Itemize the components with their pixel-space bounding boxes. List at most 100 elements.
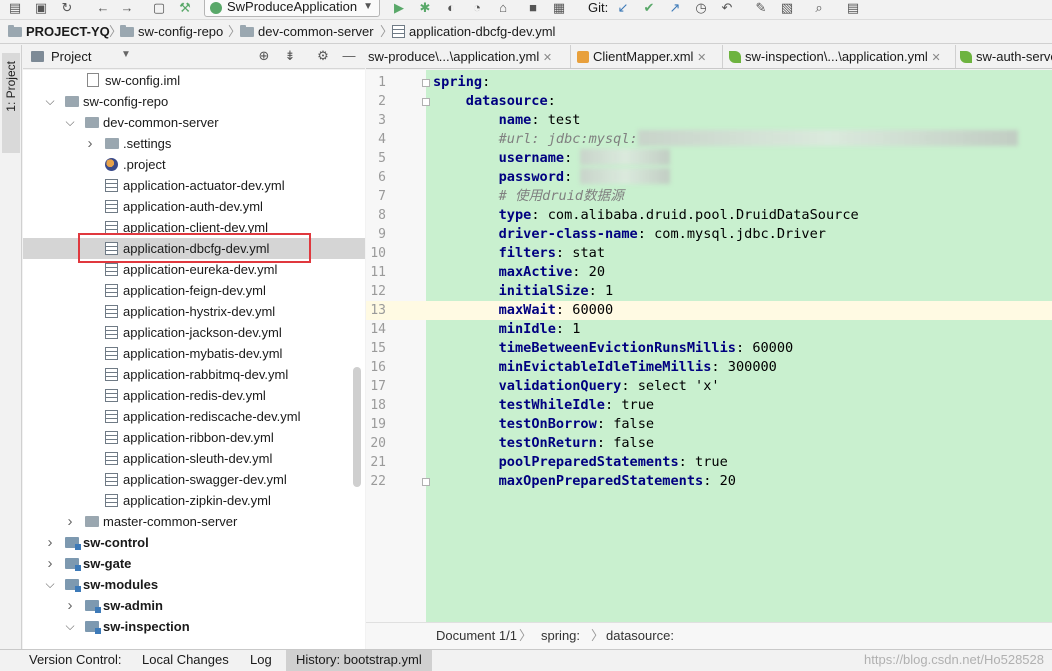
- tree-item[interactable]: .project: [23, 154, 365, 175]
- chevron-down-icon[interactable]: ▼: [121, 49, 131, 60]
- tab-sw-produce-application[interactable]: sw-produce\...\application.yml ✕: [366, 45, 571, 68]
- project-panel-title[interactable]: Project: [51, 49, 91, 64]
- document-indicator[interactable]: Document 1/1: [436, 623, 517, 649]
- close-icon[interactable]: ✕: [697, 52, 706, 64]
- tree-item[interactable]: ⌵ dev-common-server: [23, 112, 365, 133]
- log-tab[interactable]: Log: [250, 650, 272, 671]
- tree-item-label: application-redis-dev.yml: [123, 388, 266, 403]
- yaml-key: testOnReturn: [498, 435, 597, 451]
- tree-item[interactable]: ⌵ sw-inspection: [23, 616, 365, 637]
- coverage-icon[interactable]: ◐: [442, 0, 460, 18]
- chevron-down-icon[interactable]: ⌵: [45, 574, 55, 595]
- chevron-down-icon[interactable]: ⌵: [45, 91, 55, 112]
- stop-icon[interactable]: ■: [524, 0, 542, 18]
- tab-sw-inspection-application[interactable]: sw-inspection\...\application.yml ✕: [723, 45, 956, 68]
- tree-item[interactable]: › .settings: [23, 133, 365, 154]
- breadcrumb-sw-config-repo[interactable]: sw-config-repo: [120, 21, 223, 43]
- tree-item[interactable]: application-redis-dev.yml: [23, 385, 365, 406]
- open-folder-icon[interactable]: ▤: [6, 0, 24, 18]
- gear-icon[interactable]: ⚙: [315, 48, 331, 64]
- chevron-right-icon[interactable]: ›: [85, 133, 95, 154]
- history-tab[interactable]: History: bootstrap.yml: [286, 650, 432, 671]
- tree-item[interactable]: › master-common-server: [23, 511, 365, 532]
- version-control-tab[interactable]: Version Control:: [29, 650, 122, 671]
- tree-item[interactable]: application-feign-dev.yml: [23, 280, 365, 301]
- chevron-right-icon[interactable]: ›: [45, 532, 55, 553]
- locate-icon[interactable]: ⊕: [256, 48, 272, 64]
- attach-icon[interactable]: ⌂: [494, 0, 512, 18]
- chevron-right-icon[interactable]: ›: [45, 553, 55, 574]
- folder-icon: [85, 516, 99, 527]
- code-line: name: test: [499, 111, 581, 130]
- local-changes-tab[interactable]: Local Changes: [142, 650, 229, 671]
- terminal-icon[interactable]: ▢: [150, 0, 168, 18]
- git-commit-icon[interactable]: ✔: [640, 0, 658, 18]
- build-icon[interactable]: ⚒: [176, 0, 194, 18]
- yaml-separator: :: [588, 283, 605, 299]
- navigation-breadcrumb: PROJECT-YQ 〉 sw-config-repo 〉 dev-common…: [0, 21, 1052, 44]
- hide-icon[interactable]: —: [341, 48, 357, 64]
- chevron-right-icon[interactable]: ›: [65, 595, 75, 616]
- breadcrumb-project[interactable]: PROJECT-YQ: [8, 21, 110, 43]
- forward-icon[interactable]: →: [118, 0, 136, 18]
- tree-item[interactable]: ⌵ sw-config-repo: [23, 91, 365, 112]
- tree-scrollbar[interactable]: [353, 367, 361, 487]
- breadcrumb-file[interactable]: application-dbcfg-dev.yml: [392, 21, 555, 43]
- fold-marker-icon[interactable]: [422, 79, 430, 87]
- fold-marker-icon[interactable]: [422, 98, 430, 106]
- tree-item[interactable]: application-rabbitmq-dev.yml: [23, 364, 365, 385]
- profile-icon[interactable]: ◔: [468, 0, 486, 18]
- history-icon[interactable]: ◷: [692, 0, 710, 18]
- collapse-all-icon[interactable]: ⇟: [282, 48, 298, 64]
- tab-sw-auth-server[interactable]: sw-auth-server: [956, 45, 1052, 68]
- project-structure-icon[interactable]: ▧: [778, 0, 796, 18]
- tree-item[interactable]: application-ribbon-dev.yml: [23, 427, 365, 448]
- tree-item[interactable]: application-zipkin-dev.yml: [23, 490, 365, 511]
- tree-item[interactable]: application-sleuth-dev.yml: [23, 448, 365, 469]
- debug-icon[interactable]: ✱: [416, 0, 434, 18]
- tree-item-label: .settings: [123, 136, 172, 151]
- layout-icon[interactable]: ▦: [550, 0, 568, 18]
- yml-file-icon: [105, 452, 118, 465]
- revert-icon[interactable]: ↶: [718, 0, 736, 18]
- git-update-icon[interactable]: ↙: [614, 0, 632, 18]
- yml-file-icon: [105, 368, 118, 381]
- tree-item[interactable]: application-hystrix-dev.yml: [23, 301, 365, 322]
- breadcrumb-dev-common-server[interactable]: dev-common-server: [240, 21, 374, 43]
- tree-item[interactable]: ⌵ sw-modules: [23, 574, 365, 595]
- tree-item[interactable]: › sw-admin: [23, 595, 365, 616]
- chevron-down-icon[interactable]: ⌵: [65, 616, 75, 637]
- tree-item[interactable]: application-mybatis-dev.yml: [23, 343, 365, 364]
- settings-wrench-icon[interactable]: ✎: [752, 0, 770, 18]
- close-icon[interactable]: ✕: [543, 52, 552, 64]
- tree-item-label: application-sleuth-dev.yml: [123, 451, 273, 466]
- tree-item[interactable]: application-rediscache-dev.yml: [23, 406, 365, 427]
- git-push-icon[interactable]: ↗: [666, 0, 684, 18]
- tasks-icon[interactable]: ▤: [844, 0, 862, 18]
- search-icon[interactable]: ⌕: [810, 0, 828, 18]
- close-icon[interactable]: ✕: [931, 52, 940, 64]
- bottom-tool-bar: Version Control: Local Changes Log Histo…: [0, 649, 1052, 671]
- tree-item[interactable]: application-swagger-dev.yml: [23, 469, 365, 490]
- run-icon[interactable]: ▶: [390, 0, 408, 18]
- tree-item[interactable]: application-jackson-dev.yml: [23, 322, 365, 343]
- crumb-spring[interactable]: spring:: [541, 623, 580, 649]
- fold-marker-icon[interactable]: [422, 478, 430, 486]
- project-tool-tab[interactable]: 1: Project: [2, 53, 20, 153]
- tree-item[interactable]: application-actuator-dev.yml: [23, 175, 365, 196]
- tree-item[interactable]: application-auth-dev.yml: [23, 196, 365, 217]
- chevron-down-icon[interactable]: ⌵: [65, 112, 75, 133]
- run-configuration-select[interactable]: SwProduceApplication ▼: [204, 0, 380, 17]
- tree-item[interactable]: › sw-gate: [23, 553, 365, 574]
- line-number: 20: [370, 436, 386, 451]
- code-line: testOnBorrow: false: [499, 415, 655, 434]
- crumb-datasource[interactable]: datasource:: [606, 623, 674, 649]
- tree-item[interactable]: sw-config.iml: [23, 70, 365, 91]
- chevron-right-icon[interactable]: ›: [65, 511, 75, 532]
- tab-clientmapper[interactable]: ClientMapper.xml ✕: [571, 45, 723, 68]
- tab-label: Log: [250, 652, 272, 667]
- save-icon[interactable]: ▣: [32, 0, 50, 18]
- back-icon[interactable]: ←: [94, 0, 112, 18]
- sync-icon[interactable]: ↻: [58, 0, 76, 18]
- tree-item[interactable]: › sw-control: [23, 532, 365, 553]
